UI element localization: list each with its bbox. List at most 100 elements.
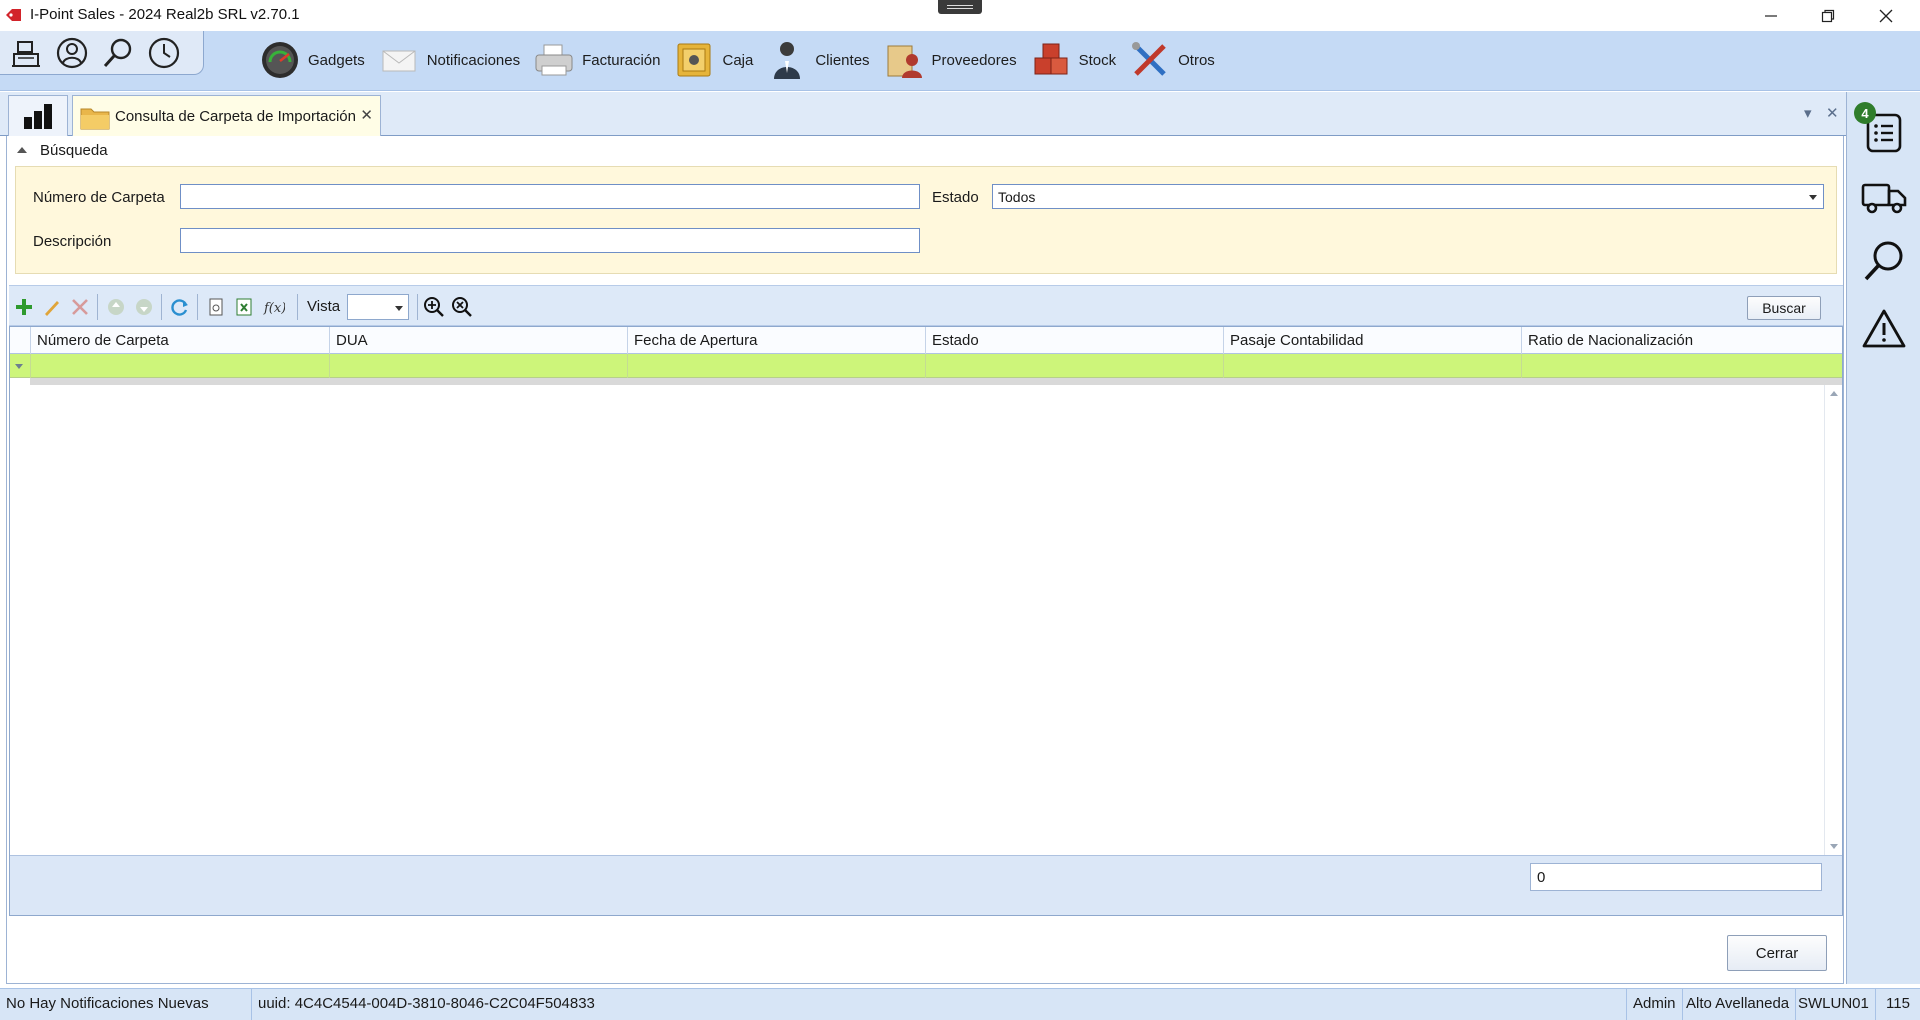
column-header[interactable]: Número de Carpeta (30, 327, 329, 354)
grid-toolbar: f(x) Vista Buscar (9, 285, 1843, 326)
close-window-button[interactable] (1858, 0, 1914, 31)
search-section-header[interactable]: Búsqueda (7, 136, 1843, 166)
restore-icon (1821, 9, 1835, 22)
nav-caja-label: Caja (722, 51, 754, 69)
scroll-up-icon[interactable] (1830, 391, 1838, 396)
restore-button[interactable] (1800, 0, 1856, 31)
quick-search-button[interactable] (98, 33, 138, 73)
quick-access-bar (0, 31, 204, 75)
column-header[interactable]: Fecha de Apertura (627, 327, 925, 354)
tab-list-dropdown-icon[interactable]: ▾ (1804, 104, 1812, 122)
zoom-in-icon (424, 297, 444, 317)
group-band (30, 378, 1842, 385)
side-search-button[interactable] (1859, 236, 1909, 286)
supplier-icon (887, 45, 922, 78)
status-terminal: SWLUN01 (1792, 989, 1876, 1020)
warning-icon (1862, 309, 1906, 348)
nav-clientes[interactable]: Clientes (765, 35, 870, 85)
estado-select-value: Todos (998, 189, 1036, 205)
filter-cell[interactable] (627, 354, 925, 378)
scroll-down-icon[interactable] (1830, 844, 1838, 849)
main-ribbon: Gadgets Notificaciones Facturación Caja … (0, 31, 1920, 91)
formula-button[interactable]: f(x) (263, 296, 285, 318)
buscar-button[interactable]: Buscar (1747, 296, 1821, 320)
quick-user-button[interactable] (52, 33, 92, 73)
column-header[interactable]: Estado (925, 327, 1223, 354)
vista-select[interactable] (347, 294, 409, 320)
nav-notificaciones[interactable]: Notificaciones (377, 35, 520, 85)
quick-pos-button[interactable] (6, 33, 46, 73)
nav-caja[interactable]: Caja (672, 35, 753, 85)
svg-text:f(x): f(x) (263, 301, 285, 316)
search-panel: Número de Carpeta Estado Todos Descripci… (15, 166, 1837, 274)
filter-cell[interactable] (1223, 354, 1521, 378)
tab-label: Consulta de Carpeta de Importación (115, 108, 356, 125)
user-circle-icon (56, 37, 88, 68)
status-notifications: No Hay Notificaciones Nuevas (0, 989, 252, 1020)
descripcion-label: Descripción (33, 233, 112, 250)
numero-carpeta-input[interactable] (180, 184, 920, 209)
move-up-button[interactable] (105, 296, 127, 318)
arrow-up-circle-icon (108, 299, 124, 315)
filter-cell[interactable] (925, 354, 1223, 378)
cerrar-button[interactable]: Cerrar (1727, 935, 1827, 971)
tab-dashboard[interactable] (8, 95, 68, 136)
main-nav: Gadgets Notificaciones Facturación Caja … (258, 35, 1227, 85)
record-count-field: 0 (1530, 863, 1822, 891)
nav-gadgets-label: Gadgets (308, 51, 365, 69)
search-icon (1864, 241, 1903, 281)
zoom-in-button[interactable] (423, 296, 445, 318)
filter-cell[interactable] (1521, 354, 1823, 378)
nav-notificaciones-label: Notificaciones (426, 51, 521, 69)
nav-facturacion-label: Facturación (582, 51, 661, 69)
side-delivery-button[interactable] (1859, 172, 1909, 222)
gauge-icon (262, 42, 298, 78)
add-button[interactable] (13, 296, 35, 318)
nav-otros[interactable]: Otros (1128, 35, 1215, 85)
column-header[interactable]: Pasaje Contabilidad (1223, 327, 1521, 354)
nav-clientes-label: Clientes (815, 51, 870, 69)
column-header[interactable]: Ratio de Nacionalización (1521, 327, 1823, 354)
refresh-button[interactable] (169, 296, 191, 318)
status-bar: No Hay Notificaciones Nuevas uuid: 4C4C4… (0, 988, 1920, 1020)
side-alerts-button[interactable] (1859, 304, 1909, 354)
status-user: Admin (1626, 989, 1683, 1020)
safe-icon (677, 43, 711, 77)
delete-x-icon (72, 299, 88, 315)
nav-stock[interactable]: Stock (1029, 35, 1116, 85)
nav-gadgets[interactable]: Gadgets (258, 35, 365, 85)
grid-footer: 0 (10, 855, 1842, 915)
edit-button[interactable] (41, 296, 63, 318)
move-down-button[interactable] (133, 296, 155, 318)
vertical-scrollbar[interactable] (1824, 385, 1842, 855)
filter-row (10, 354, 1842, 378)
cash-register-icon (12, 40, 40, 67)
filter-cell[interactable] (329, 354, 627, 378)
window-grip-handle[interactable] (938, 0, 982, 14)
minimize-button[interactable] (1743, 0, 1799, 31)
bar-chart-icon (24, 104, 52, 129)
tab-close-icon[interactable]: ✕ (360, 106, 373, 124)
refresh-icon (171, 299, 188, 316)
document-tab-strip: Consulta de Carpeta de Importación ✕ ▾ ✕ (0, 92, 1846, 137)
function-icon: f(x) (263, 301, 285, 316)
window-title: I-Point Sales - 2024 Real2b SRL v2.70.1 (30, 6, 300, 23)
tab-strip-close-icon[interactable]: ✕ (1826, 104, 1839, 122)
nav-proveedores[interactable]: Proveedores (882, 35, 1017, 85)
print-preview-button[interactable] (205, 296, 227, 318)
truck-icon (1861, 183, 1907, 214)
quick-history-button[interactable] (144, 33, 184, 73)
nav-facturacion[interactable]: Facturación (532, 35, 660, 85)
tab-consulta-carpeta[interactable]: Consulta de Carpeta de Importación ✕ (72, 95, 381, 137)
descripcion-input[interactable] (180, 228, 920, 253)
export-excel-button[interactable] (233, 296, 255, 318)
estado-select[interactable]: Todos (992, 184, 1824, 209)
document-content: Búsqueda Número de Carpeta Estado Todos … (6, 136, 1844, 984)
collapse-caret-icon[interactable] (17, 147, 27, 153)
column-header[interactable]: DUA (329, 327, 627, 354)
zoom-reset-button[interactable] (451, 296, 473, 318)
document-preview-icon (209, 298, 223, 316)
nav-proveedores-label: Proveedores (931, 51, 1017, 69)
delete-button[interactable] (69, 296, 91, 318)
filter-cell[interactable] (30, 354, 329, 378)
